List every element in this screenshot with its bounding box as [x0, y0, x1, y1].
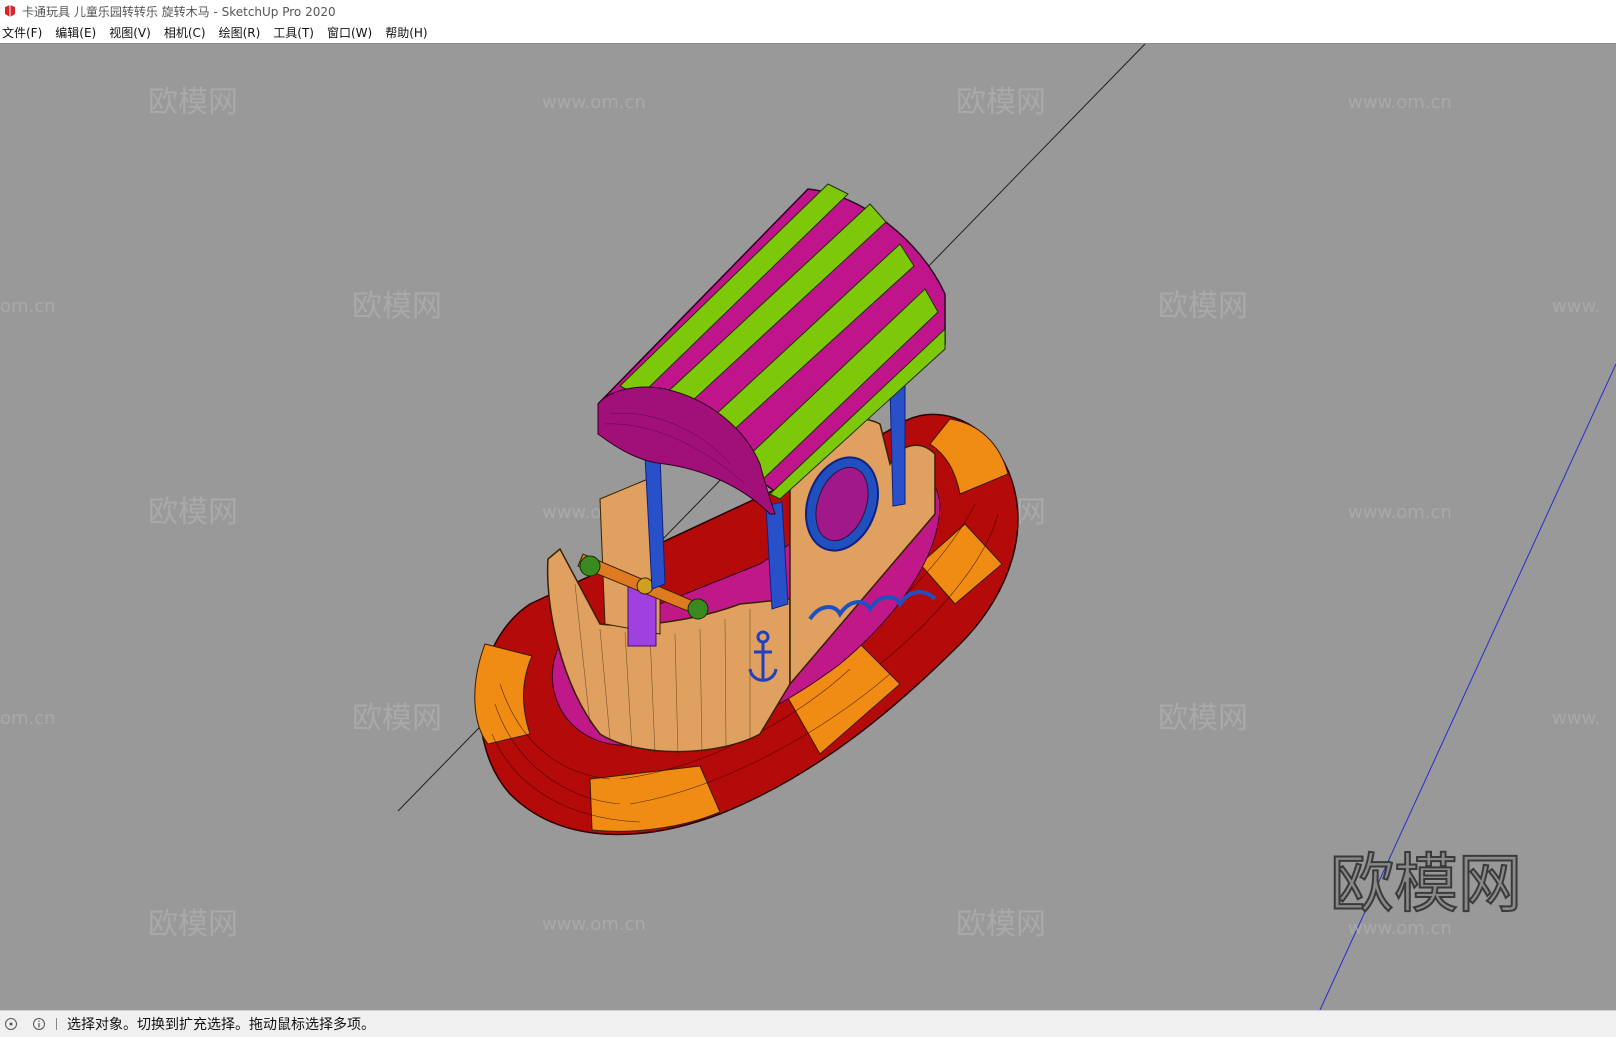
title-bar: 卡通玩具 儿童乐园转转乐 旋转木马 - SketchUp Pro 2020	[0, 0, 1616, 22]
menu-camera[interactable]: 相机(C)	[162, 24, 213, 41]
status-separator	[56, 1018, 57, 1030]
watermark-brand: 欧模网	[352, 289, 442, 324]
watermark-url: www.om.cn	[1348, 502, 1452, 523]
watermark-brand: 欧模网	[352, 701, 442, 736]
watermark-brand-large: 欧模网	[1330, 848, 1522, 922]
status-message: 选择对象。切换到扩充选择。拖动鼠标选择多项。	[67, 1017, 375, 1033]
geo-location-icon[interactable]	[4, 1017, 18, 1031]
watermark-brand: 欧模网	[956, 907, 1046, 942]
watermark-brand: 欧模网	[1158, 701, 1248, 736]
watermark-url-partial: om.cn	[0, 296, 56, 317]
menu-edit[interactable]: 编辑(E)	[53, 24, 103, 41]
watermark-url-partial: www.	[1552, 708, 1600, 729]
menu-bar: 文件(F) 编辑(E) 视图(V) 相机(C) 绘图(R) 工具(T) 窗口(W…	[0, 22, 1616, 44]
menu-file[interactable]: 文件(F)	[0, 24, 49, 41]
watermark-url: www.om.cn	[542, 92, 646, 113]
watermark-brand: 欧模网	[148, 495, 238, 530]
watermark-brand: 欧模网	[148, 907, 238, 942]
menu-tools[interactable]: 工具(T)	[271, 24, 321, 41]
menu-draw[interactable]: 绘图(R)	[217, 24, 268, 41]
watermark-brand: 欧模网	[956, 85, 1046, 120]
watermark-url-partial: om.cn	[0, 708, 56, 729]
watermark-url-partial: www.	[1552, 296, 1600, 317]
status-bar: 选择对象。切换到扩充选择。拖动鼠标选择多项。	[0, 1010, 1616, 1037]
info-icon[interactable]	[32, 1017, 46, 1031]
scene-canvas[interactable]: 欧模网 www.om.cn 欧模网 www.om.cn om.cn 欧模网 ww…	[0, 44, 1616, 1010]
menu-help[interactable]: 帮助(H)	[383, 24, 434, 41]
watermark-brand: 欧模网	[148, 85, 238, 120]
watermark-url: www.om.cn	[542, 914, 646, 935]
watermark-url: www.om.cn	[1348, 92, 1452, 113]
sketchup-logo-icon	[5, 5, 15, 17]
3d-viewport[interactable]: 欧模网 www.om.cn 欧模网 www.om.cn om.cn 欧模网 ww…	[0, 44, 1616, 1010]
menu-view[interactable]: 视图(V)	[107, 24, 158, 41]
window-title: 卡通玩具 儿童乐园转转乐 旋转木马 - SketchUp Pro 2020	[22, 4, 336, 19]
menu-window[interactable]: 窗口(W)	[325, 24, 379, 41]
watermark-brand: 欧模网	[1158, 289, 1248, 324]
